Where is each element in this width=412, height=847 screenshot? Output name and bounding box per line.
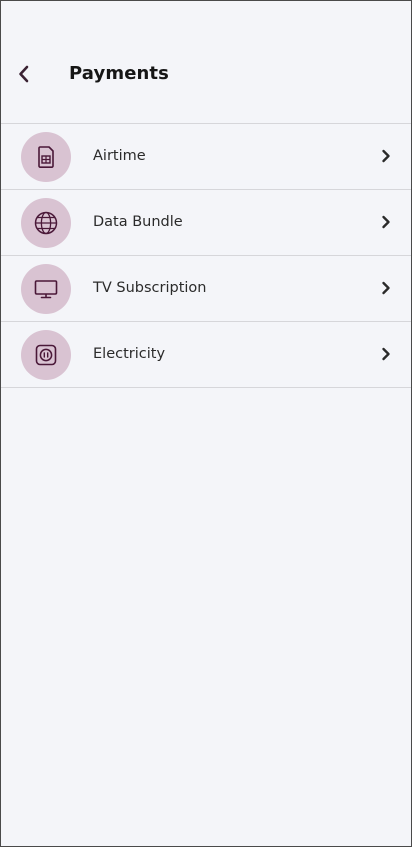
list-item-electricity[interactable]: Electricity [1,322,411,388]
icon-circle [21,264,71,314]
chevron-right-icon [379,212,393,232]
list-item-label: TV Subscription [93,280,207,296]
icon-circle [21,330,71,380]
page-title: Payments [69,63,169,84]
list-item-airtime[interactable]: Airtime [1,124,411,190]
icon-circle [21,198,71,248]
sim-card-icon [38,146,54,168]
payments-list: Airtime Data Bundle TV Subscription Elec… [1,123,411,388]
chevron-left-icon [19,65,29,83]
chevron-right-icon [379,278,393,298]
globe-icon [34,211,58,235]
list-item-tv-subscription[interactable]: TV Subscription [1,256,411,322]
list-item-label: Airtime [93,148,146,164]
list-item-label: Data Bundle [93,214,183,230]
tv-monitor-icon [34,280,58,299]
back-button[interactable] [13,63,35,85]
list-item-label: Electricity [93,346,166,362]
header: Payments [1,1,411,123]
chevron-right-icon [379,146,393,166]
chevron-right-icon [379,344,393,364]
power-socket-icon [35,344,57,366]
icon-circle [21,132,71,182]
list-item-data-bundle[interactable]: Data Bundle [1,190,411,256]
